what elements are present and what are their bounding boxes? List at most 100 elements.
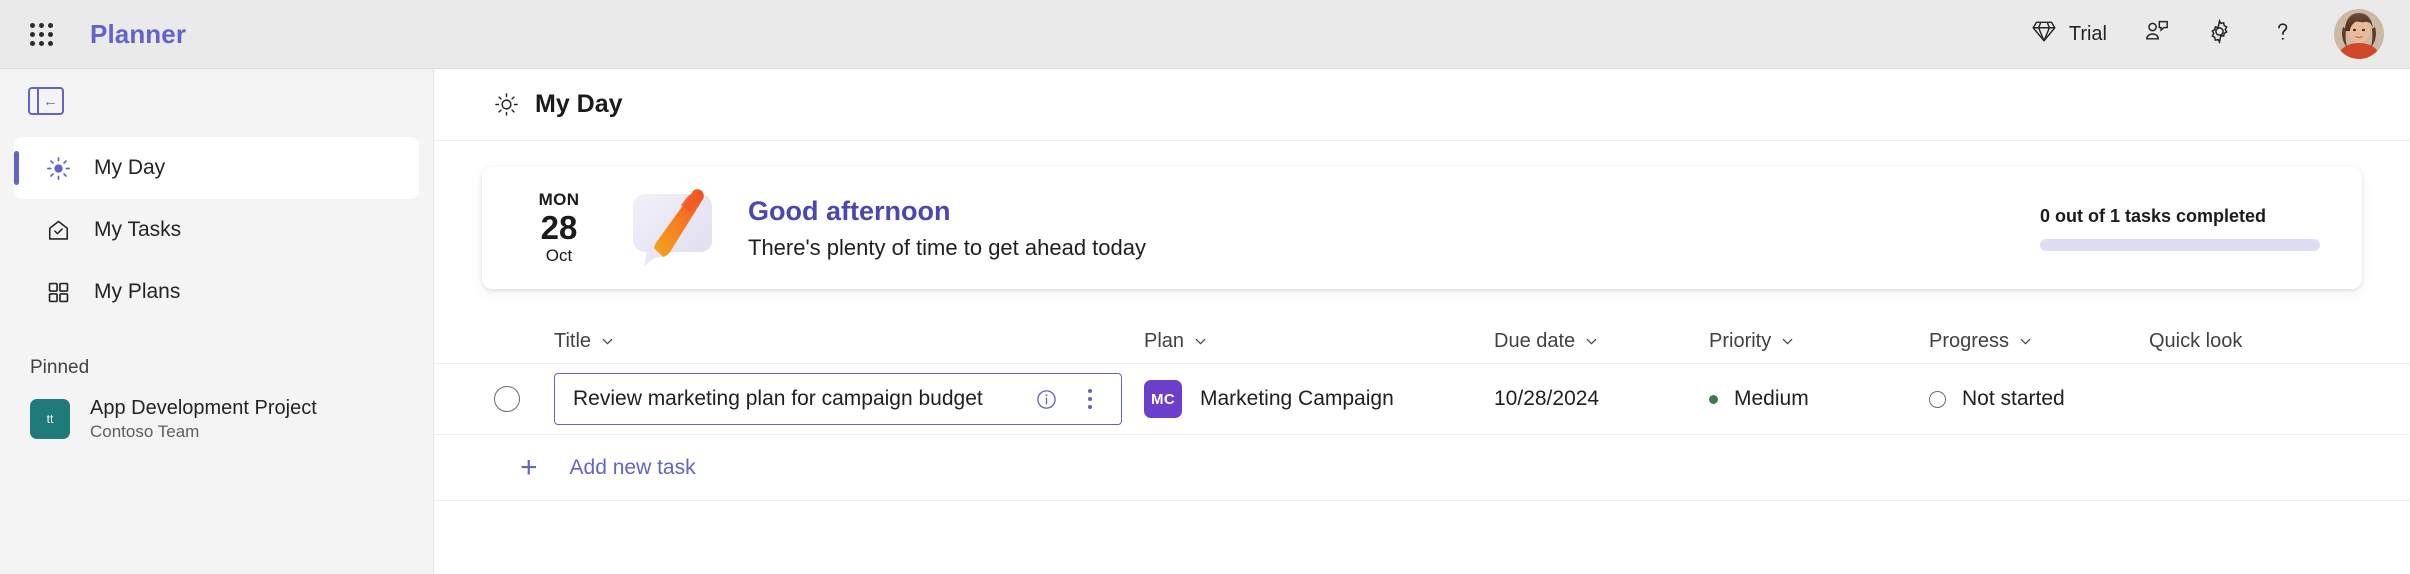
tasks-completed-block: 0 out of 1 tasks completed <box>2040 206 2320 251</box>
kebab-dot <box>1088 389 1092 393</box>
waffle-dot <box>29 40 35 46</box>
table-header-row: Title Plan Due date Priority Progress Qu… <box>434 319 2410 363</box>
waffle-dot <box>38 40 44 46</box>
settings-button[interactable] <box>2190 10 2249 58</box>
app-body: ← My Day My Tasks My Plans Pinned tt App… <box>0 69 2410 574</box>
grid-squares-icon <box>44 278 72 306</box>
diamond-icon <box>2031 18 2057 50</box>
sidebar-item-label: My Tasks <box>94 218 182 241</box>
planner-app: Planner Trial ← My Day My Tasks My Plans… <box>0 0 2410 574</box>
task-due-date-cell[interactable]: 10/28/2024 <box>1494 387 1709 411</box>
task-progress-inner: Not started <box>1929 387 2149 411</box>
column-header-quick-look: Quick look <box>2149 330 2410 353</box>
column-header-progress-inner: Progress <box>1929 330 2149 353</box>
pinned-plan-item[interactable]: tt App Development Project Contoso Team <box>0 385 433 454</box>
waffle-dot <box>38 22 44 28</box>
column-header-plan[interactable]: Plan <box>1144 330 1494 353</box>
column-header-label: Title <box>554 329 592 352</box>
topbar-actions: Trial <box>2015 9 2384 59</box>
pinned-plan-name: App Development Project <box>90 397 317 419</box>
column-header-priority[interactable]: Priority <box>1709 330 1929 353</box>
task-due-date-value: 10/28/2024 <box>1494 387 1600 410</box>
waffle-dot <box>47 40 53 46</box>
greeting-banner: MON 28 Oct Good afternoon There's plenty… <box>482 167 2362 289</box>
column-header-label: Progress <box>1929 329 2010 352</box>
waffle-dot <box>29 22 35 28</box>
collapse-row: ← <box>0 69 433 115</box>
waffle-dot <box>47 31 53 37</box>
main-content: My Day MON 28 Oct Good afternoon There's… <box>434 69 2410 574</box>
gear-icon <box>2206 18 2233 51</box>
tasks-progress-bar <box>2040 238 2320 251</box>
sun-icon <box>44 154 72 182</box>
date-month: Oct <box>545 245 573 265</box>
app-launcher-waffle-icon[interactable] <box>18 11 64 57</box>
task-info-icon[interactable] <box>1029 382 1063 416</box>
kebab-dot <box>1088 405 1092 409</box>
date-block: MON 28 Oct <box>516 190 602 266</box>
task-priority-cell[interactable]: Medium <box>1709 387 1929 411</box>
column-header-title-inner: Title <box>554 330 1144 353</box>
help-button[interactable] <box>2253 10 2312 58</box>
column-header-progress[interactable]: Progress <box>1929 330 2149 353</box>
top-app-bar: Planner Trial <box>0 0 2410 69</box>
plan-initials-badge: MC <box>1144 380 1182 418</box>
greeting-texts: Good afternoon There's plenty of time to… <box>748 195 1146 261</box>
table-row: Review marketing plan for campaign budge… <box>434 363 2410 435</box>
sun-icon <box>494 92 519 117</box>
waffle-dot <box>47 22 53 28</box>
task-more-options-icon[interactable] <box>1073 382 1107 416</box>
task-plan-name: Marketing Campaign <box>1200 387 1394 410</box>
collapse-icon-bar <box>30 89 39 113</box>
waffle-dot <box>29 31 35 37</box>
column-header-label: Quick look <box>2149 329 2243 352</box>
task-table: Title Plan Due date Priority Progress Qu… <box>434 319 2410 501</box>
user-avatar[interactable] <box>2334 9 2384 59</box>
priority-dot-icon <box>1709 394 1718 404</box>
add-new-task-row[interactable]: + Add new task <box>434 435 2410 501</box>
date-day-number: 28 <box>540 209 578 247</box>
column-header-due-date[interactable]: Due date <box>1494 330 1709 353</box>
greeting-subtitle: There's plenty of time to get ahead toda… <box>748 234 1146 260</box>
progress-not-started-icon <box>1929 390 1946 408</box>
sidebar-item-label: My Plans <box>94 280 181 303</box>
app-brand-title[interactable]: Planner <box>90 19 186 50</box>
chevron-down-icon <box>2018 334 2033 349</box>
task-plan-cell[interactable]: MC Marketing Campaign <box>1144 380 1494 418</box>
plus-icon: + <box>520 450 538 484</box>
sidebar-nav: My Day My Tasks My Plans <box>0 137 433 323</box>
waffle-dot <box>38 31 44 37</box>
sidebar-item-my-day[interactable]: My Day <box>14 137 419 199</box>
feedback-person-icon <box>2143 18 2170 51</box>
pinned-plan-subtitle: Contoso Team <box>90 422 200 441</box>
kebab-dots <box>1088 389 1092 409</box>
task-priority-inner: Medium <box>1709 387 1929 411</box>
collapse-navigation-icon[interactable]: ← <box>28 87 64 115</box>
pencil-illustration-icon <box>612 178 732 278</box>
column-header-label: Plan <box>1144 329 1185 352</box>
sidebar-item-my-tasks[interactable]: My Tasks <box>14 199 419 261</box>
pinned-plan-texts: App Development Project Contoso Team <box>90 397 317 442</box>
add-new-task-label: Add new task <box>569 455 696 479</box>
feedback-button[interactable] <box>2127 10 2186 58</box>
task-title-input[interactable]: Review marketing plan for campaign budge… <box>554 373 1122 425</box>
chevron-down-icon <box>1584 334 1599 349</box>
task-complete-checkbox[interactable] <box>494 386 520 412</box>
task-complete-cell <box>494 386 554 412</box>
home-check-icon <box>44 216 72 244</box>
trial-label: Trial <box>2068 22 2107 45</box>
plan-avatar-badge: tt <box>30 399 70 440</box>
date-day-of-week: MON <box>538 190 580 210</box>
column-header-label: Priority <box>1709 329 1772 352</box>
waffle-grid <box>29 22 53 46</box>
trial-button[interactable]: Trial <box>2015 10 2123 58</box>
tasks-completed-label: 0 out of 1 tasks completed <box>2040 205 2267 226</box>
sidebar-item-my-plans[interactable]: My Plans <box>14 261 419 323</box>
chevron-down-icon <box>1780 334 1795 349</box>
task-progress-value: Not started <box>1962 387 2065 410</box>
task-progress-cell[interactable]: Not started <box>1929 387 2149 411</box>
greeting-banner-wrapper: MON 28 Oct Good afternoon There's plenty… <box>434 141 2410 289</box>
column-header-title[interactable]: Title <box>554 330 1144 353</box>
chevron-down-icon <box>1193 334 1208 349</box>
kebab-dot <box>1088 397 1092 401</box>
